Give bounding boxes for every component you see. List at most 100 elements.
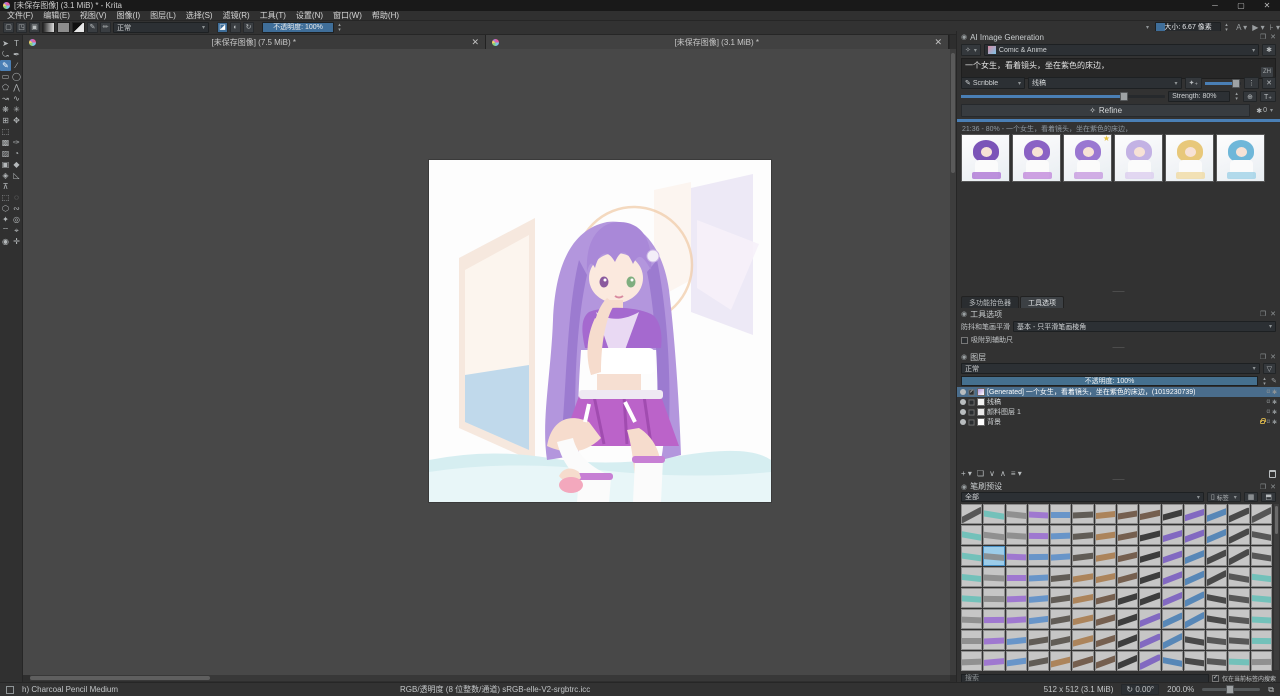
tool-rect-select[interactable]: ⬚: [0, 192, 11, 203]
brush-preset-cell[interactable]: [1184, 651, 1205, 671]
brush-preset-cell[interactable]: [983, 504, 1004, 524]
brush-preset-cell[interactable]: [1095, 546, 1116, 566]
brush-preset-cell[interactable]: [1050, 588, 1071, 608]
layer-blend-dropdown[interactable]: 正常▾: [961, 363, 1260, 374]
brush-preset-cell[interactable]: [1095, 588, 1116, 608]
layer-checkbox[interactable]: [969, 399, 975, 405]
tool-assistants[interactable]: ◺: [11, 170, 22, 181]
tool-freehand-select[interactable]: ∾: [11, 203, 22, 214]
brush-preset-cell[interactable]: [1162, 651, 1183, 671]
brush-preset-cell[interactable]: [1206, 588, 1227, 608]
choose-brush-preset-icon[interactable]: ✎: [87, 22, 98, 33]
brush-preset-cell[interactable]: [1206, 630, 1227, 650]
brush-preset-cell[interactable]: [1162, 504, 1183, 524]
brush-preset-cell[interactable]: [983, 546, 1004, 566]
tool-line[interactable]: ∕: [11, 60, 22, 71]
tool-spacer-2[interactable]: [11, 181, 22, 192]
brush-preset-cell[interactable]: [1028, 651, 1049, 671]
menu-item-5[interactable]: 选择(S): [181, 11, 218, 21]
tool-color-sampler[interactable]: ✑: [11, 137, 22, 148]
brush-preset-cell[interactable]: [1162, 588, 1183, 608]
brush-preset-cell[interactable]: [1251, 651, 1272, 671]
move-layer-up-button[interactable]: ∧: [1000, 469, 1006, 478]
preserve-alpha-icon[interactable]: ◐: [230, 22, 241, 33]
brush-preset-cell[interactable]: [961, 525, 982, 545]
brush-preset-cell[interactable]: [1028, 525, 1049, 545]
alpha-lock-icon[interactable]: α: [1267, 399, 1270, 405]
grid-view-icon[interactable]: ▦: [1244, 492, 1259, 502]
eraser-mode-icon[interactable]: ◪: [217, 22, 228, 33]
tag-display-button[interactable]: ▯ 标签 ▾: [1207, 492, 1241, 502]
selection-display-icon[interactable]: [6, 686, 14, 694]
layer-row-3[interactable]: 背景α✱: [957, 417, 1280, 427]
zoom-slider[interactable]: [1202, 688, 1260, 691]
alpha-lock-icon[interactable]: α: [1267, 419, 1270, 425]
menu-item-1[interactable]: 编辑(E): [38, 11, 75, 21]
alpha-lock-icon[interactable]: α: [1267, 389, 1270, 395]
strength-spinner[interactable]: ▴▾: [1233, 91, 1240, 102]
brush-preset-cell[interactable]: [1184, 525, 1205, 545]
tool-text[interactable]: T: [11, 38, 22, 49]
brush-preset-cell[interactable]: [1072, 588, 1093, 608]
close-tab-icon[interactable]: ✕: [934, 37, 942, 48]
close-docker-icon[interactable]: ✕: [1270, 353, 1276, 361]
layer-checkbox[interactable]: [969, 389, 975, 395]
tool-multibrush[interactable]: ✳: [11, 104, 22, 115]
menu-item-9[interactable]: 窗口(W): [328, 11, 367, 21]
brush-preset-cell[interactable]: [1028, 609, 1049, 629]
generated-thumbnail-5[interactable]: [1216, 134, 1265, 182]
canvas-area[interactable]: [23, 49, 950, 675]
visibility-eye-icon[interactable]: [960, 419, 966, 425]
brush-preset-cell[interactable]: [1184, 546, 1205, 566]
chevron-down-icon[interactable]: ▾: [1143, 24, 1149, 31]
brush-preset-cell[interactable]: [983, 567, 1004, 587]
brush-preset-cell[interactable]: [1072, 609, 1093, 629]
ai-docker-header[interactable]: ◉ AI Image Generation ❐✕: [957, 32, 1280, 42]
brush-preset-cell[interactable]: [1184, 609, 1205, 629]
brush-preset-cell[interactable]: [983, 651, 1004, 671]
layer-settings-icon[interactable]: ✱: [1272, 409, 1277, 416]
brush-preset-cell[interactable]: [1050, 651, 1071, 671]
brush-preset-cell[interactable]: [1139, 630, 1160, 650]
brush-preset-cell[interactable]: [1206, 651, 1227, 671]
generated-thumbnail-0[interactable]: [961, 134, 1010, 182]
search-scope-checkbox[interactable]: [1212, 675, 1219, 682]
tool-ellipse[interactable]: ◯: [11, 71, 22, 82]
float-docker-icon[interactable]: ❐: [1260, 310, 1266, 318]
canvas-image[interactable]: [429, 160, 771, 502]
brush-preset-cell[interactable]: [1072, 525, 1093, 545]
brush-preset-cell[interactable]: [961, 588, 982, 608]
brush-preset-cell[interactable]: [1206, 546, 1227, 566]
tool-colorize-mask[interactable]: ◔: [11, 148, 22, 159]
layer-row-1[interactable]: 线稿α✱: [957, 397, 1280, 407]
brush-preset-cell[interactable]: [983, 630, 1004, 650]
brush-tag-filter-dropdown[interactable]: 全部▾: [961, 492, 1204, 502]
brush-preset-cell[interactable]: [961, 546, 982, 566]
tool-polygon-select[interactable]: ⬡: [0, 203, 11, 214]
menu-item-0[interactable]: 文件(F): [2, 11, 38, 21]
tool-gradient[interactable]: ▩: [0, 137, 11, 148]
brush-preset-cell[interactable]: [1162, 525, 1183, 545]
tool-spacer[interactable]: [11, 126, 22, 137]
add-control-layer-button[interactable]: ⊕: [1243, 91, 1257, 102]
blend-mode-dropdown[interactable]: 正常▾: [113, 22, 209, 33]
brush-preset-cell[interactable]: [1251, 588, 1272, 608]
brush-preset-cell[interactable]: [1072, 504, 1093, 524]
brush-preset-cell[interactable]: [1117, 546, 1138, 566]
tool-crop[interactable]: ⬚: [0, 126, 11, 137]
alpha-lock-icon[interactable]: α: [1267, 409, 1270, 415]
tool-fill[interactable]: ◆: [11, 159, 22, 170]
layer-filter-button[interactable]: ▽: [1263, 363, 1276, 374]
tool-polygon[interactable]: ⬠: [0, 82, 11, 93]
collapse-icon[interactable]: ◉: [961, 310, 967, 318]
brush-preset-cell[interactable]: [1006, 546, 1027, 566]
brush-preset-cell[interactable]: [961, 504, 982, 524]
brush-presets-header[interactable]: ◉ 笔刷预设 ❐✕: [957, 482, 1280, 491]
foreground-background-colors[interactable]: [72, 22, 85, 33]
opacity-spinner[interactable]: ▴▾: [336, 22, 343, 33]
tool-ellipse-select[interactable]: ◌: [11, 192, 22, 203]
brush-preset-cell[interactable]: [1139, 651, 1160, 671]
control-type-dropdown[interactable]: ✎ Scribble▾: [961, 77, 1025, 89]
tool-reference-images[interactable]: ⊼: [0, 181, 11, 192]
delete-layer-button[interactable]: [1269, 470, 1276, 478]
